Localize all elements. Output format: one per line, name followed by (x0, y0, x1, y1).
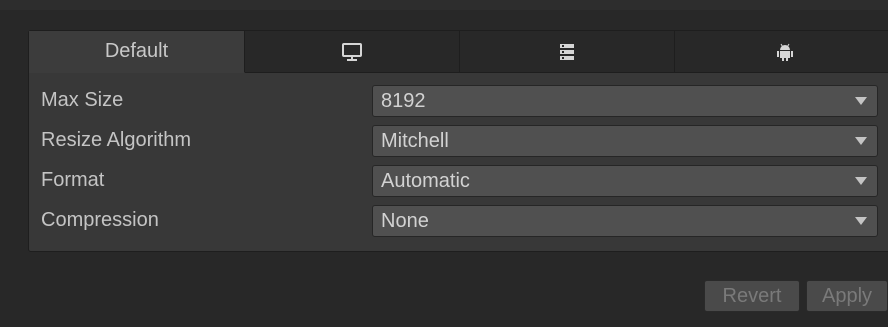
dropdown-arrow-icon (855, 217, 867, 225)
max-size-value: 8192 (381, 90, 426, 112)
max-size-label: Max Size (41, 89, 124, 111)
max-size-row: Max Size 8192 (29, 81, 888, 121)
resize-algorithm-row: Resize Algorithm Mitchell (29, 121, 888, 161)
format-value: Automatic (381, 170, 470, 192)
server-icon (557, 42, 577, 62)
resize-algorithm-value: Mitchell (381, 130, 449, 152)
tab-server[interactable] (460, 31, 675, 73)
texture-platform-settings: Default Max Size 8192 Resize Algorithm M… (0, 0, 888, 327)
tab-android[interactable] (675, 31, 888, 73)
resize-algorithm-dropdown[interactable]: Mitchell (372, 125, 878, 157)
format-row: Format Automatic (29, 161, 888, 201)
compression-label: Compression (41, 209, 159, 231)
compression-dropdown[interactable]: None (372, 205, 878, 237)
platform-settings-panel: Default Max Size 8192 Resize Algorithm M… (28, 30, 888, 252)
resize-algorithm-label: Resize Algorithm (41, 129, 192, 151)
format-dropdown[interactable]: Automatic (372, 165, 878, 197)
format-label: Format (41, 169, 105, 191)
apply-button[interactable]: Apply (806, 280, 888, 312)
android-icon (775, 42, 795, 62)
settings-rows: Max Size 8192 Resize Algorithm Mitchell … (29, 81, 888, 241)
tab-default-label: Default (104, 40, 169, 62)
max-size-dropdown[interactable]: 8192 (372, 85, 878, 117)
revert-button[interactable]: Revert (704, 280, 800, 312)
dropdown-arrow-icon (855, 97, 867, 105)
dropdown-arrow-icon (855, 177, 867, 185)
header-strip (0, 0, 888, 10)
monitor-icon (341, 42, 363, 62)
platform-tabs: Default (29, 31, 888, 73)
tab-standalone[interactable] (245, 31, 460, 73)
tab-default[interactable]: Default (29, 31, 245, 73)
compression-value: None (381, 210, 429, 232)
compression-row: Compression None (29, 201, 888, 241)
dropdown-arrow-icon (855, 137, 867, 145)
